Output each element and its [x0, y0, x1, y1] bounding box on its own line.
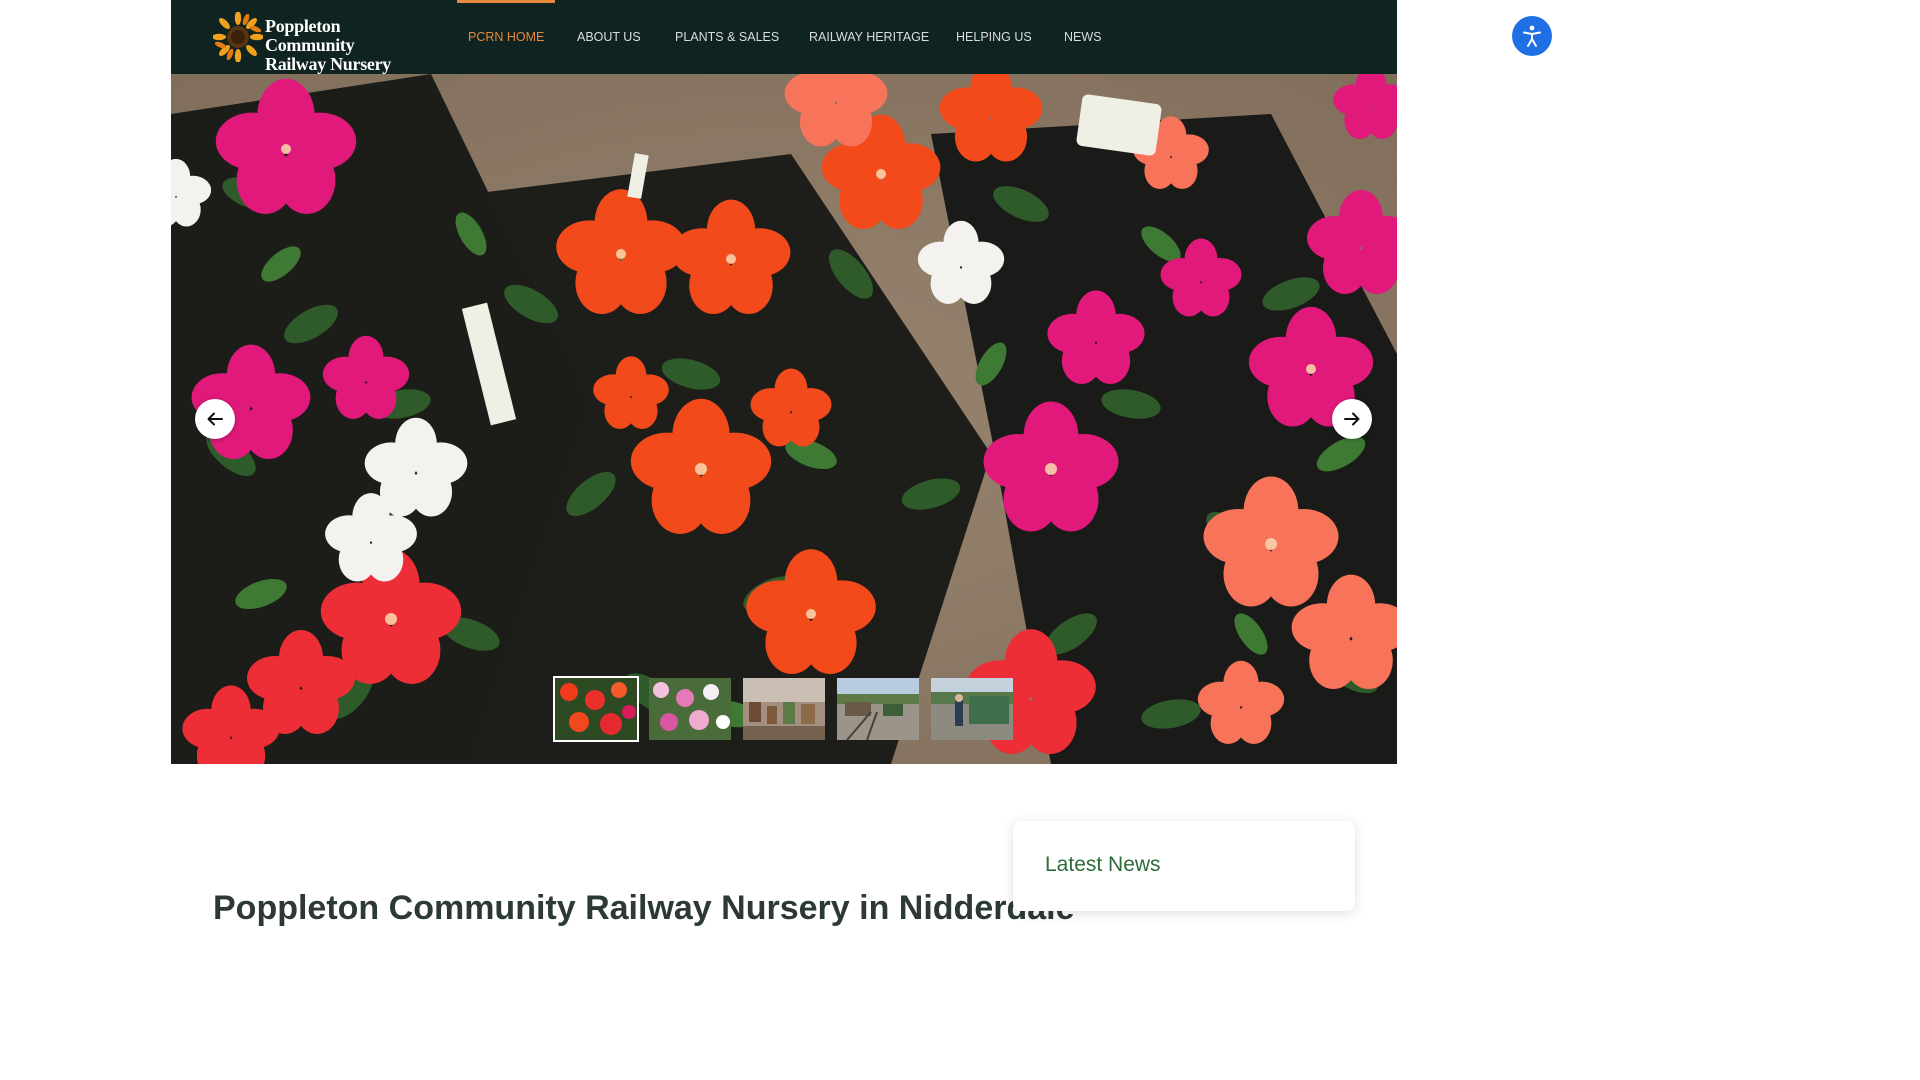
slider-prev-button[interactable] [195, 399, 235, 439]
slider-thumbnail-2[interactable] [649, 678, 731, 740]
accessibility-button[interactable] [1512, 16, 1552, 56]
header-bar: Poppleton Community Railway Nursery PCRN… [171, 0, 1397, 74]
accessibility-person-icon [1523, 25, 1541, 47]
site-name: Poppleton Community Railway Nursery [265, 17, 433, 74]
arrow-left-icon [207, 412, 223, 426]
nav-item-plants-sales[interactable]: PLANTS & SALES [675, 0, 779, 74]
page-heading: Poppleton Community Railway Nursery in N… [213, 888, 1075, 927]
slider-next-button[interactable] [1332, 399, 1372, 439]
nav-item-news[interactable]: NEWS [1064, 0, 1102, 74]
site-name-line1: Poppleton Community [265, 16, 355, 55]
hero-slider [171, 74, 1397, 764]
latest-news-title: Latest News [1045, 853, 1161, 876]
site-logo[interactable]: Poppleton Community Railway Nursery [213, 11, 433, 74]
latest-news-card: Latest News [1013, 821, 1355, 911]
thumbnail-image [931, 678, 1013, 740]
slider-thumbnail-5[interactable] [931, 678, 1013, 740]
site-name-line2: Railway Nursery [265, 54, 391, 74]
slider-thumbnail-4[interactable] [837, 678, 919, 740]
nav-item-about-us[interactable]: ABOUT US [577, 0, 641, 74]
nav-item-helping-us[interactable]: HELPING US [956, 0, 1032, 74]
slider-thumbnail-3[interactable] [743, 678, 825, 740]
thumbnail-image [837, 678, 919, 740]
slide-image-flowers [171, 74, 1397, 764]
nav-item-home[interactable]: PCRN HOME [456, 0, 556, 74]
slider-thumbnail-1[interactable] [553, 676, 639, 742]
nav-item-railway-heritage[interactable]: RAILWAY HERITAGE [809, 0, 929, 74]
arrow-right-icon [1344, 412, 1360, 426]
thumbnail-image [555, 678, 637, 740]
thumbnail-image [743, 678, 825, 740]
sunflower-logo-icon [213, 12, 263, 62]
thumbnail-image [649, 678, 731, 740]
